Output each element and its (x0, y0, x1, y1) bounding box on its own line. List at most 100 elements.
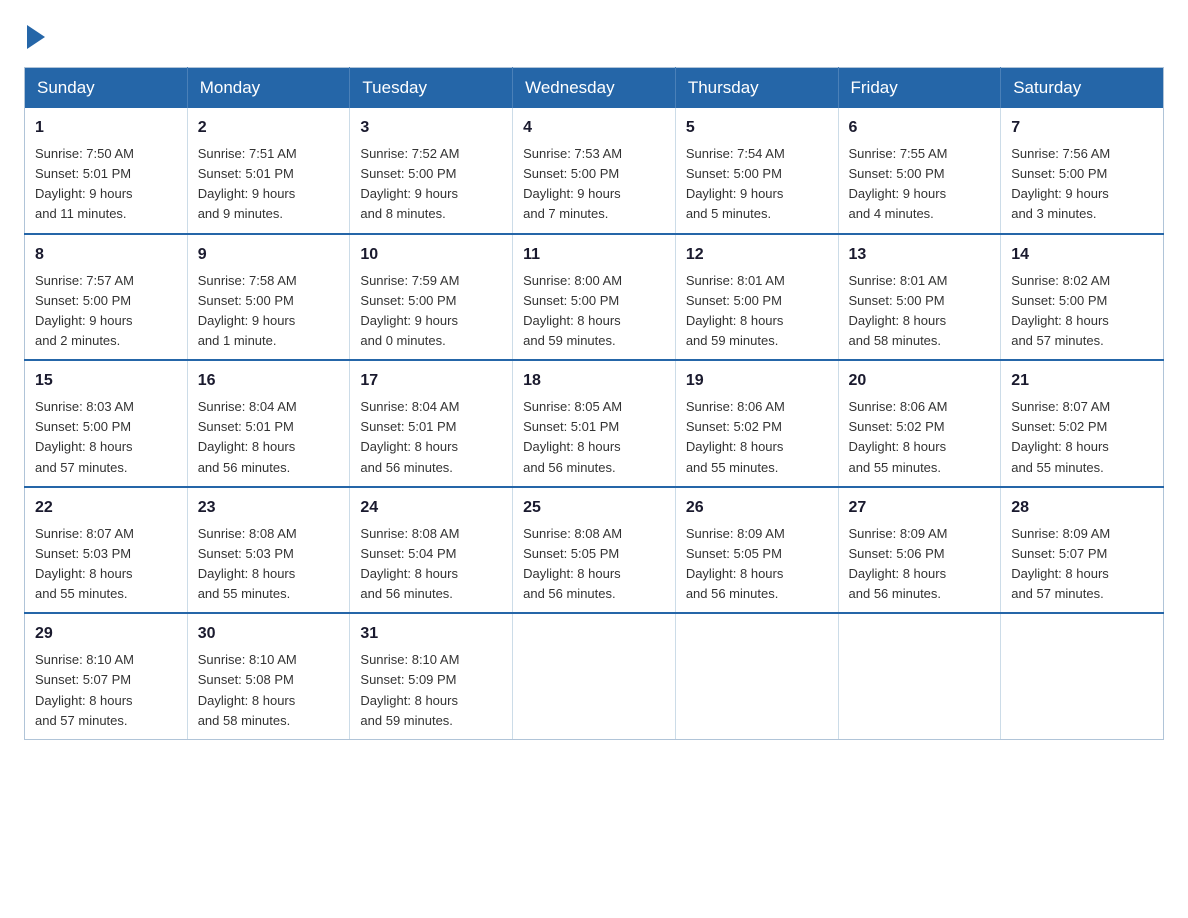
day-number: 23 (198, 496, 340, 520)
calendar-cell (513, 613, 676, 739)
calendar-cell: 11 Sunrise: 8:00 AMSunset: 5:00 PMDaylig… (513, 234, 676, 361)
day-number: 20 (849, 369, 991, 393)
weekday-header-monday: Monday (187, 68, 350, 109)
day-number: 8 (35, 243, 177, 267)
day-number: 6 (849, 116, 991, 140)
day-info: Sunrise: 7:50 AMSunset: 5:01 PMDaylight:… (35, 144, 177, 225)
calendar-cell: 4 Sunrise: 7:53 AMSunset: 5:00 PMDayligh… (513, 108, 676, 234)
calendar-cell: 3 Sunrise: 7:52 AMSunset: 5:00 PMDayligh… (350, 108, 513, 234)
day-number: 17 (360, 369, 502, 393)
calendar-table: SundayMondayTuesdayWednesdayThursdayFrid… (24, 67, 1164, 740)
day-number: 1 (35, 116, 177, 140)
day-number: 11 (523, 243, 665, 267)
calendar-cell (838, 613, 1001, 739)
day-info: Sunrise: 8:09 AMSunset: 5:06 PMDaylight:… (849, 524, 991, 605)
day-number: 3 (360, 116, 502, 140)
calendar-cell: 20 Sunrise: 8:06 AMSunset: 5:02 PMDaylig… (838, 360, 1001, 487)
day-number: 26 (686, 496, 828, 520)
weekday-header-tuesday: Tuesday (350, 68, 513, 109)
day-number: 29 (35, 622, 177, 646)
day-info: Sunrise: 8:02 AMSunset: 5:00 PMDaylight:… (1011, 271, 1153, 352)
day-info: Sunrise: 7:55 AMSunset: 5:00 PMDaylight:… (849, 144, 991, 225)
day-info: Sunrise: 7:53 AMSunset: 5:00 PMDaylight:… (523, 144, 665, 225)
day-info: Sunrise: 7:51 AMSunset: 5:01 PMDaylight:… (198, 144, 340, 225)
calendar-cell: 28 Sunrise: 8:09 AMSunset: 5:07 PMDaylig… (1001, 487, 1164, 614)
day-info: Sunrise: 8:05 AMSunset: 5:01 PMDaylight:… (523, 397, 665, 478)
day-number: 31 (360, 622, 502, 646)
weekday-header-saturday: Saturday (1001, 68, 1164, 109)
day-info: Sunrise: 8:03 AMSunset: 5:00 PMDaylight:… (35, 397, 177, 478)
logo-arrow-icon (27, 25, 45, 49)
weekday-header-sunday: Sunday (25, 68, 188, 109)
calendar-cell (1001, 613, 1164, 739)
calendar-cell: 25 Sunrise: 8:08 AMSunset: 5:05 PMDaylig… (513, 487, 676, 614)
day-number: 28 (1011, 496, 1153, 520)
day-number: 27 (849, 496, 991, 520)
day-info: Sunrise: 8:07 AMSunset: 5:03 PMDaylight:… (35, 524, 177, 605)
day-number: 30 (198, 622, 340, 646)
calendar-cell: 16 Sunrise: 8:04 AMSunset: 5:01 PMDaylig… (187, 360, 350, 487)
day-info: Sunrise: 7:56 AMSunset: 5:00 PMDaylight:… (1011, 144, 1153, 225)
calendar-cell: 1 Sunrise: 7:50 AMSunset: 5:01 PMDayligh… (25, 108, 188, 234)
weekday-header-friday: Friday (838, 68, 1001, 109)
day-info: Sunrise: 8:00 AMSunset: 5:00 PMDaylight:… (523, 271, 665, 352)
calendar-cell: 30 Sunrise: 8:10 AMSunset: 5:08 PMDaylig… (187, 613, 350, 739)
day-info: Sunrise: 8:06 AMSunset: 5:02 PMDaylight:… (686, 397, 828, 478)
calendar-cell: 22 Sunrise: 8:07 AMSunset: 5:03 PMDaylig… (25, 487, 188, 614)
calendar-cell: 12 Sunrise: 8:01 AMSunset: 5:00 PMDaylig… (675, 234, 838, 361)
calendar-cell: 13 Sunrise: 8:01 AMSunset: 5:00 PMDaylig… (838, 234, 1001, 361)
calendar-cell (675, 613, 838, 739)
day-info: Sunrise: 8:06 AMSunset: 5:02 PMDaylight:… (849, 397, 991, 478)
day-info: Sunrise: 8:08 AMSunset: 5:03 PMDaylight:… (198, 524, 340, 605)
calendar-cell: 14 Sunrise: 8:02 AMSunset: 5:00 PMDaylig… (1001, 234, 1164, 361)
calendar-cell: 31 Sunrise: 8:10 AMSunset: 5:09 PMDaylig… (350, 613, 513, 739)
day-number: 5 (686, 116, 828, 140)
day-info: Sunrise: 7:58 AMSunset: 5:00 PMDaylight:… (198, 271, 340, 352)
day-info: Sunrise: 8:04 AMSunset: 5:01 PMDaylight:… (198, 397, 340, 478)
calendar-cell: 9 Sunrise: 7:58 AMSunset: 5:00 PMDayligh… (187, 234, 350, 361)
day-number: 15 (35, 369, 177, 393)
calendar-cell: 8 Sunrise: 7:57 AMSunset: 5:00 PMDayligh… (25, 234, 188, 361)
day-info: Sunrise: 8:10 AMSunset: 5:07 PMDaylight:… (35, 650, 177, 731)
day-number: 24 (360, 496, 502, 520)
day-number: 9 (198, 243, 340, 267)
day-info: Sunrise: 7:54 AMSunset: 5:00 PMDaylight:… (686, 144, 828, 225)
day-info: Sunrise: 8:08 AMSunset: 5:04 PMDaylight:… (360, 524, 502, 605)
day-info: Sunrise: 8:09 AMSunset: 5:07 PMDaylight:… (1011, 524, 1153, 605)
calendar-cell: 29 Sunrise: 8:10 AMSunset: 5:07 PMDaylig… (25, 613, 188, 739)
calendar-cell: 2 Sunrise: 7:51 AMSunset: 5:01 PMDayligh… (187, 108, 350, 234)
day-info: Sunrise: 8:10 AMSunset: 5:08 PMDaylight:… (198, 650, 340, 731)
calendar-week-row: 29 Sunrise: 8:10 AMSunset: 5:07 PMDaylig… (25, 613, 1164, 739)
calendar-week-row: 22 Sunrise: 8:07 AMSunset: 5:03 PMDaylig… (25, 487, 1164, 614)
day-info: Sunrise: 8:04 AMSunset: 5:01 PMDaylight:… (360, 397, 502, 478)
calendar-cell: 18 Sunrise: 8:05 AMSunset: 5:01 PMDaylig… (513, 360, 676, 487)
calendar-cell: 26 Sunrise: 8:09 AMSunset: 5:05 PMDaylig… (675, 487, 838, 614)
calendar-cell: 15 Sunrise: 8:03 AMSunset: 5:00 PMDaylig… (25, 360, 188, 487)
calendar-cell: 27 Sunrise: 8:09 AMSunset: 5:06 PMDaylig… (838, 487, 1001, 614)
day-number: 13 (849, 243, 991, 267)
calendar-cell: 19 Sunrise: 8:06 AMSunset: 5:02 PMDaylig… (675, 360, 838, 487)
page-header (24, 24, 1164, 49)
day-info: Sunrise: 7:57 AMSunset: 5:00 PMDaylight:… (35, 271, 177, 352)
day-number: 2 (198, 116, 340, 140)
day-info: Sunrise: 7:52 AMSunset: 5:00 PMDaylight:… (360, 144, 502, 225)
calendar-cell: 24 Sunrise: 8:08 AMSunset: 5:04 PMDaylig… (350, 487, 513, 614)
weekday-header-thursday: Thursday (675, 68, 838, 109)
calendar-cell: 10 Sunrise: 7:59 AMSunset: 5:00 PMDaylig… (350, 234, 513, 361)
calendar-cell: 6 Sunrise: 7:55 AMSunset: 5:00 PMDayligh… (838, 108, 1001, 234)
day-number: 7 (1011, 116, 1153, 140)
calendar-week-row: 15 Sunrise: 8:03 AMSunset: 5:00 PMDaylig… (25, 360, 1164, 487)
day-number: 12 (686, 243, 828, 267)
calendar-cell: 17 Sunrise: 8:04 AMSunset: 5:01 PMDaylig… (350, 360, 513, 487)
day-info: Sunrise: 7:59 AMSunset: 5:00 PMDaylight:… (360, 271, 502, 352)
day-info: Sunrise: 8:07 AMSunset: 5:02 PMDaylight:… (1011, 397, 1153, 478)
day-number: 19 (686, 369, 828, 393)
logo (24, 24, 45, 49)
day-number: 14 (1011, 243, 1153, 267)
day-info: Sunrise: 8:08 AMSunset: 5:05 PMDaylight:… (523, 524, 665, 605)
day-info: Sunrise: 8:10 AMSunset: 5:09 PMDaylight:… (360, 650, 502, 731)
calendar-cell: 21 Sunrise: 8:07 AMSunset: 5:02 PMDaylig… (1001, 360, 1164, 487)
day-number: 4 (523, 116, 665, 140)
day-info: Sunrise: 8:01 AMSunset: 5:00 PMDaylight:… (849, 271, 991, 352)
calendar-cell: 7 Sunrise: 7:56 AMSunset: 5:00 PMDayligh… (1001, 108, 1164, 234)
